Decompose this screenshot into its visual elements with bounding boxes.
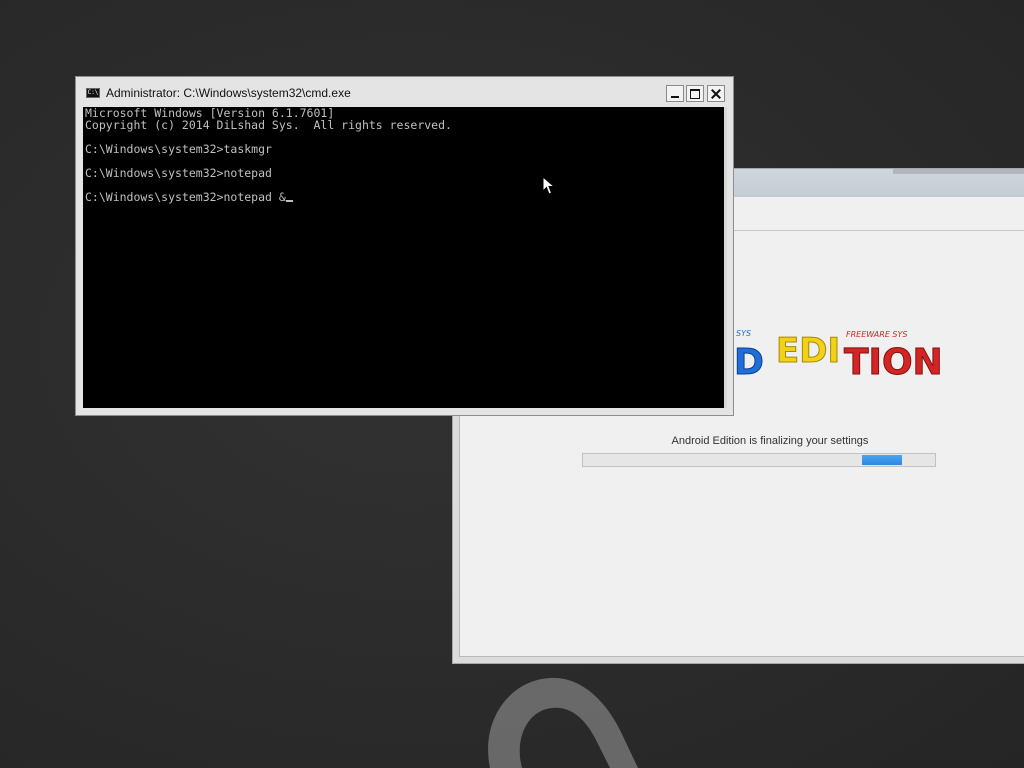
status-text: Android Edition is finalizing your setti…	[671, 435, 869, 447]
logo-left-tag: SYS	[736, 329, 751, 338]
logo-word-part3: TION	[844, 342, 943, 383]
console-line: C:\Windows\system32>taskmgr	[85, 142, 272, 156]
console-line: Copyright (c) 2014 DiLshad Sys. All righ…	[85, 118, 452, 132]
cmd-window: C:\ Administrator: C:\Windows\system32\c…	[75, 76, 734, 416]
console-output[interactable]: Microsoft Windows [Version 6.1.7601] Cop…	[83, 107, 725, 408]
console-line: C:\Windows\system32>notepad	[85, 166, 272, 180]
logo-word-part1: D	[736, 342, 764, 383]
mouse-pointer-icon	[542, 176, 556, 195]
cmd-titlebar[interactable]: C:\ Administrator: C:\Windows\system32\c…	[76, 77, 733, 107]
progress-marquee-chunk	[862, 455, 902, 465]
background-logo-icon	[488, 677, 638, 768]
minimize-button[interactable]	[666, 85, 684, 102]
logo-right-tag: FREEWARE SYS	[846, 330, 907, 339]
text-cursor	[285, 200, 293, 202]
close-button[interactable]	[707, 85, 725, 102]
scrollbar[interactable]	[724, 107, 727, 408]
command-input[interactable]: C:\Windows\system32>notepad &	[85, 190, 286, 204]
console-input-line[interactable]: C:\Windows\system32>notepad &	[85, 191, 452, 203]
progress-bar	[582, 453, 936, 467]
titlebar-strip	[893, 169, 1024, 174]
maximize-button[interactable]	[686, 85, 704, 102]
logo-word-part2: EDI	[776, 331, 840, 371]
window-title: Administrator: C:\Windows\system32\cmd.e…	[106, 86, 351, 100]
android-edition-logo: SYS FREEWARE SYS D EDI TION	[736, 329, 943, 384]
cmd-icon[interactable]: C:\	[86, 88, 100, 98]
